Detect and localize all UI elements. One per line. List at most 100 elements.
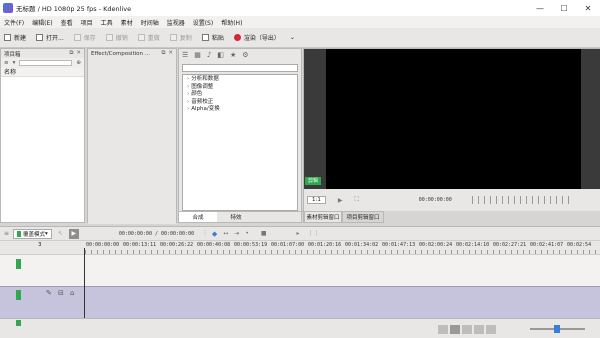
monitor-panel: 剪辑 1:1 ▶ ⛶ 00:00:00:00 素材剪辑窗口 项目剪辑窗口: [303, 48, 600, 223]
ruler-label: 00:00:26:22: [160, 242, 194, 248]
view-mode-icon[interactable]: [474, 325, 484, 334]
add-clip-icon[interactable]: ⊕: [76, 60, 81, 66]
timeline-ruler[interactable]: 3 00:00:00:00 00:00:13:11 00:00:26:22 00…: [0, 240, 600, 255]
zoom-select[interactable]: 1:1: [307, 196, 326, 204]
record-audio-icon[interactable]: •: [245, 230, 249, 237]
hide-track-icon[interactable]: ⊟: [58, 289, 64, 297]
monitor-left-bar: [304, 49, 326, 189]
effect-category[interactable]: › 音频校正: [183, 99, 297, 107]
bin-search-input[interactable]: [19, 60, 73, 66]
ruler-label: 00:00:00:00: [86, 242, 120, 248]
menu-project[interactable]: 项目: [81, 18, 93, 27]
mix-icon[interactable]: ■: [261, 230, 267, 237]
save-button[interactable]: 保存: [73, 33, 96, 42]
menu-edit[interactable]: 编辑(E): [32, 18, 52, 27]
list-icon[interactable]: ☰: [182, 51, 188, 59]
video-effect-icon[interactable]: ▦: [194, 51, 201, 59]
close-button[interactable]: ✕: [576, 0, 600, 16]
new-file-icon: [4, 34, 11, 41]
paste-button[interactable]: 粘贴: [201, 33, 224, 42]
render-label: 渲染（导出）: [243, 35, 280, 42]
timeline-status-bar: [0, 318, 600, 338]
timeline-menu-icon[interactable]: ≡: [4, 230, 9, 237]
timeline-video-track[interactable]: ✎ ⊟ ⌂: [0, 286, 600, 318]
view-mode-icon[interactable]: [462, 325, 472, 334]
app-icon: [3, 3, 13, 13]
close-panel-icon[interactable]: ✕: [76, 50, 81, 57]
timecode-separator: /: [154, 230, 158, 237]
zoom-slider-handle[interactable]: [554, 325, 560, 333]
lock-track-icon[interactable]: ⌂: [70, 289, 74, 297]
effect-category[interactable]: › Alpha/变换: [183, 106, 297, 114]
tab-project-monitor[interactable]: 项目剪辑窗口: [342, 211, 384, 223]
undo-button[interactable]: 撤销: [105, 33, 128, 42]
record-icon: [233, 34, 241, 41]
new-button[interactable]: 新建: [4, 33, 26, 42]
menu-clip[interactable]: 素材: [121, 18, 133, 27]
timeline-track-empty[interactable]: [0, 254, 600, 286]
play-icon[interactable]: ▶: [338, 197, 343, 204]
effects-panel-header: Effect/Composition ... ⧉ ✕: [88, 49, 176, 58]
menu-tools[interactable]: 工具: [101, 18, 113, 27]
menu-settings[interactable]: 设置(S): [193, 18, 214, 27]
project-bin-column-header[interactable]: 名称: [1, 68, 84, 77]
menu-monitor[interactable]: 监视器: [167, 18, 185, 27]
fullscreen-icon[interactable]: ⛶: [354, 196, 358, 204]
close-panel-icon[interactable]: ✕: [168, 50, 173, 57]
menu-timeline[interactable]: 时间轴: [141, 18, 159, 27]
edit-track-icon[interactable]: ✎: [46, 289, 52, 297]
keyframe-icon[interactable]: ▸: [297, 230, 300, 237]
zone-marker: 剪辑: [305, 177, 321, 185]
effect-category[interactable]: › 颜色: [183, 91, 297, 99]
custom-effect-icon[interactable]: ◧: [217, 51, 224, 59]
favorite-effect-icon[interactable]: ★: [230, 51, 236, 59]
name-column-label: 名称: [4, 69, 17, 76]
copy-label: 复制: [179, 35, 192, 42]
category-label: 图像调整: [191, 83, 214, 90]
overflow-icon[interactable]: ⋮⋮: [308, 230, 320, 237]
render-button[interactable]: 渲染（导出）: [233, 33, 280, 42]
open-label: 打开...: [46, 35, 64, 42]
open-button[interactable]: 打开...: [36, 33, 64, 42]
video-preview[interactable]: [326, 49, 581, 189]
copy-button[interactable]: 复制: [169, 33, 192, 42]
effect-category[interactable]: › 分析和数据: [183, 76, 297, 84]
menu-view[interactable]: 查看: [61, 18, 73, 27]
audio-effect-icon[interactable]: ♪: [207, 51, 211, 59]
maximize-button[interactable]: ☐: [552, 0, 576, 16]
menu-help[interactable]: 帮助(H): [221, 18, 242, 27]
float-icon[interactable]: ⧉: [161, 50, 165, 57]
float-icon[interactable]: ⧉: [69, 50, 73, 57]
ruler-label: 00:01:34:02: [345, 242, 379, 248]
expand-arrow-icon: ›: [187, 91, 190, 97]
config-icon[interactable]: ⚙: [242, 51, 248, 59]
effect-search-input[interactable]: [182, 64, 298, 72]
monitor-ruler[interactable]: [471, 196, 572, 204]
playhead[interactable]: [84, 248, 85, 324]
tab-compositions[interactable]: 合成: [179, 212, 217, 222]
selection-tool-icon[interactable]: ↖: [58, 230, 63, 237]
timeline-position[interactable]: 00:00:00:00: [119, 231, 152, 237]
play-icon[interactable]: ▶: [68, 228, 79, 239]
edit-mode-select[interactable]: 覆盖模式 ▾: [13, 228, 52, 239]
menu-icon[interactable]: ≡: [4, 60, 9, 66]
tab-clip-monitor[interactable]: 素材剪辑窗口: [304, 211, 342, 223]
slip-tool-icon[interactable]: ⇥: [234, 230, 239, 237]
view-toggle-icon[interactable]: ▾: [13, 60, 16, 66]
tab-effects[interactable]: 特效: [217, 212, 255, 222]
minimize-button[interactable]: —: [528, 0, 552, 16]
view-mode-icon[interactable]: [486, 325, 496, 334]
toolbar-more-button[interactable]: ⌄: [290, 34, 295, 41]
effect-category[interactable]: › 图像调整: [183, 84, 297, 92]
menu-file[interactable]: 文件(F): [4, 18, 24, 27]
ruler-label: 00:02:41:07: [530, 242, 564, 248]
redo-button[interactable]: 重做: [137, 33, 160, 42]
razor-icon[interactable]: ◆: [212, 230, 217, 238]
view-mode-icon[interactable]: [450, 325, 460, 334]
monitor-timecode[interactable]: 00:00:00:00: [419, 197, 452, 203]
category-label: Alpha/变换: [191, 106, 220, 112]
spacer-tool-icon[interactable]: ↔: [223, 230, 228, 237]
snap-icon[interactable]: ⫶: [204, 229, 206, 238]
view-mode-icon[interactable]: [438, 325, 448, 334]
effects-panel-title: Effect/Composition ...: [91, 50, 151, 57]
